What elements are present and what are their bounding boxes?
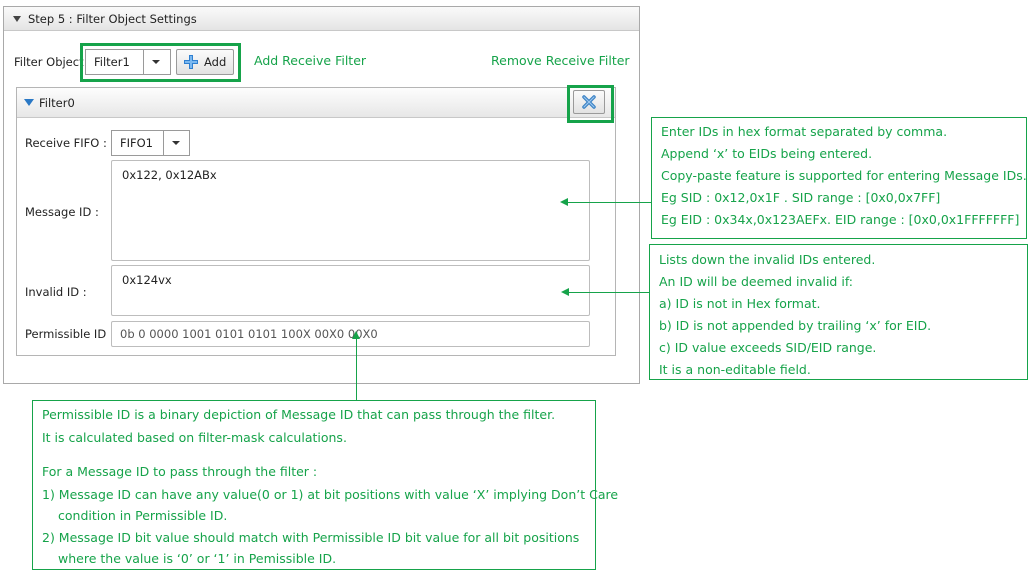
- note-line: Lists down the invalid IDs entered.: [659, 252, 876, 267]
- remove-filter-button[interactable]: [573, 90, 605, 114]
- note-line: 1) Message ID can have any value(0 or 1)…: [42, 487, 619, 502]
- note-line: An ID will be deemed invalid if:: [659, 274, 853, 289]
- invalid-id-value: 0x124vx: [122, 273, 172, 287]
- note-line: b) ID is not appended by trailing ‘x’ fo…: [659, 318, 932, 333]
- message-id-connector: [568, 202, 651, 203]
- chevron-down-icon: [172, 141, 180, 145]
- receive-fifo-selected: FIFO1: [120, 136, 153, 150]
- chevron-down-icon: [152, 60, 160, 64]
- permissible-id-note: Permissible ID is a binary depiction of …: [32, 400, 618, 570]
- note-line: Permissible ID is a binary depiction of …: [42, 407, 556, 422]
- note-line: Append ‘x’ to EIDs being entered.: [661, 146, 873, 161]
- filter-object-label: Filter Object: [14, 55, 84, 69]
- plus-icon: [184, 55, 198, 69]
- permissible-id-label: Permissible ID :: [25, 327, 114, 341]
- message-id-label: Message ID :: [25, 205, 99, 219]
- add-button-label: Add: [204, 55, 227, 69]
- invalid-id-label: Invalid ID :: [25, 285, 87, 299]
- collapse-triangle-icon[interactable]: [24, 99, 34, 106]
- remove-receive-filter-annotation: Remove Receive Filter: [491, 53, 630, 68]
- invalid-id-connector: [569, 292, 649, 293]
- note-line: condition in Permissible ID.: [58, 508, 228, 523]
- invalid-id-field: 0x124vx: [111, 265, 590, 316]
- message-id-note: Enter IDs in hex format separated by com…: [651, 117, 1027, 239]
- filter0-title: Filter0: [39, 96, 75, 110]
- permissible-id-field: 0b 0 0000 1001 0101 0101 100X 00X0 00X0: [111, 321, 590, 347]
- note-line: where the value is ‘0’ or ‘1’ in Pemissi…: [58, 551, 337, 566]
- note-line: Eg SID : 0x12,0x1F . SID range : [0x0,0x…: [661, 190, 941, 205]
- note-line: Enter IDs in hex format separated by com…: [661, 124, 948, 139]
- note-line: c) ID value exceeds SID/EID range.: [659, 340, 877, 355]
- step-panel-header[interactable]: Step 5 : Filter Object Settings: [4, 7, 639, 31]
- collapse-triangle-icon[interactable]: [13, 16, 21, 22]
- step-panel-title: Step 5 : Filter Object Settings: [28, 12, 197, 26]
- permissible-id-connector: [356, 338, 357, 400]
- close-x-icon: [582, 95, 596, 109]
- note-line: 2) Message ID bit value should match wit…: [42, 530, 580, 545]
- message-id-value: 0x122, 0x12ABx: [122, 168, 217, 182]
- message-id-textarea[interactable]: 0x122, 0x12ABx: [111, 160, 590, 261]
- receive-fifo-dropdown[interactable]: FIFO1: [111, 130, 190, 156]
- add-filter-button[interactable]: Add: [176, 49, 234, 75]
- permissible-id-value: 0b 0 0000 1001 0101 0101 100X 00X0 00X0: [120, 327, 378, 341]
- add-receive-filter-annotation: Add Receive Filter: [254, 53, 367, 68]
- receive-fifo-label: Receive FIFO :: [25, 136, 107, 150]
- filter-object-selected: Filter1: [94, 55, 130, 69]
- note-line: Eg EID : 0x34x,0x123AEFx. EID range : [0…: [661, 212, 1020, 227]
- filter-object-dropdown[interactable]: Filter1: [85, 49, 171, 75]
- note-line: Copy-paste feature is supported for ente…: [661, 168, 1027, 183]
- arrow-up-icon: [352, 331, 360, 339]
- note-line: It is a non-editable field.: [659, 362, 811, 377]
- filter0-header[interactable]: Filter0: [17, 88, 615, 118]
- invalid-id-note: Lists down the invalid IDs entered. An I…: [649, 244, 1028, 380]
- note-line: a) ID is not in Hex format.: [659, 296, 821, 311]
- arrow-left-icon: [560, 198, 568, 206]
- note-line: It is calculated based on filter-mask ca…: [42, 430, 347, 445]
- arrow-left-icon: [561, 288, 569, 296]
- note-line: For a Message ID to pass through the fil…: [42, 464, 318, 479]
